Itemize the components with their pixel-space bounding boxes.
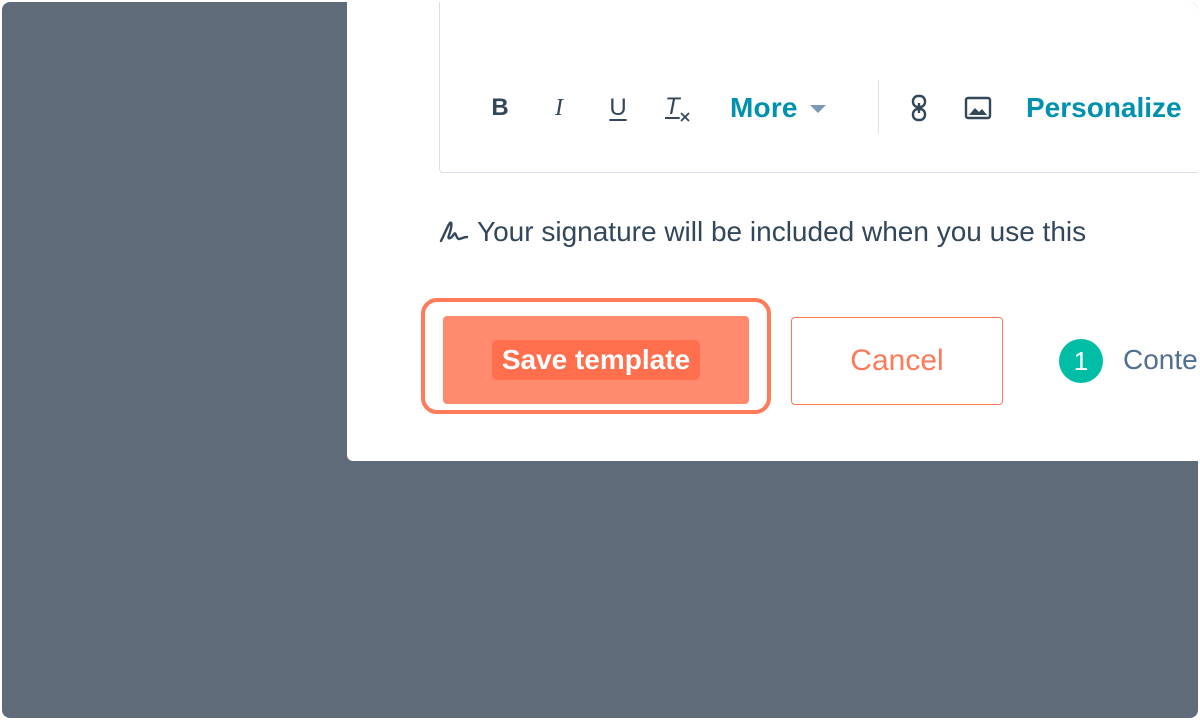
personalize-label: Personalize: [1026, 92, 1182, 123]
underline-button[interactable]: U: [604, 80, 632, 136]
italic-icon: I: [555, 94, 563, 121]
save-template-label: Save template: [492, 340, 700, 380]
signature-icon: [439, 216, 471, 248]
step-number-badge: 1: [1059, 339, 1103, 383]
cancel-button[interactable]: Cancel: [791, 317, 1003, 405]
clear-formatting-button[interactable]: T: [662, 80, 692, 136]
clear-formatting-icon: T: [663, 93, 691, 123]
signature-notice-text: Your signature will be included when you…: [477, 216, 1087, 247]
bold-button[interactable]: B: [486, 80, 514, 136]
personalize-dropdown[interactable]: Personalize: [1026, 80, 1198, 136]
email-body-editor[interactable]: B I U T More Personalize: [439, 2, 1198, 173]
more-dropdown[interactable]: More: [730, 80, 850, 136]
link-icon: [911, 94, 927, 122]
save-template-button[interactable]: Save template: [443, 316, 749, 404]
more-label: More: [730, 92, 798, 123]
rich-text-toolbar: B I U T More Personalize: [440, 80, 1198, 136]
template-editor-modal: B I U T More Personalize Your signature …: [347, 2, 1198, 461]
bold-icon: B: [491, 94, 509, 121]
insert-link-button[interactable]: [906, 80, 932, 136]
toolbar-divider: [878, 80, 879, 134]
save-button-highlight: Save template: [421, 298, 771, 414]
italic-button[interactable]: I: [545, 80, 573, 136]
underline-icon: U: [609, 94, 627, 121]
image-icon: [964, 96, 992, 120]
modal-backdrop: B I U T More Personalize Your signature …: [2, 2, 1198, 718]
insert-image-button[interactable]: [963, 80, 993, 136]
caret-down-icon: [809, 105, 826, 113]
step-label[interactable]: Conte: [1123, 344, 1198, 376]
signature-notice: Your signature will be included when you…: [439, 212, 1086, 252]
